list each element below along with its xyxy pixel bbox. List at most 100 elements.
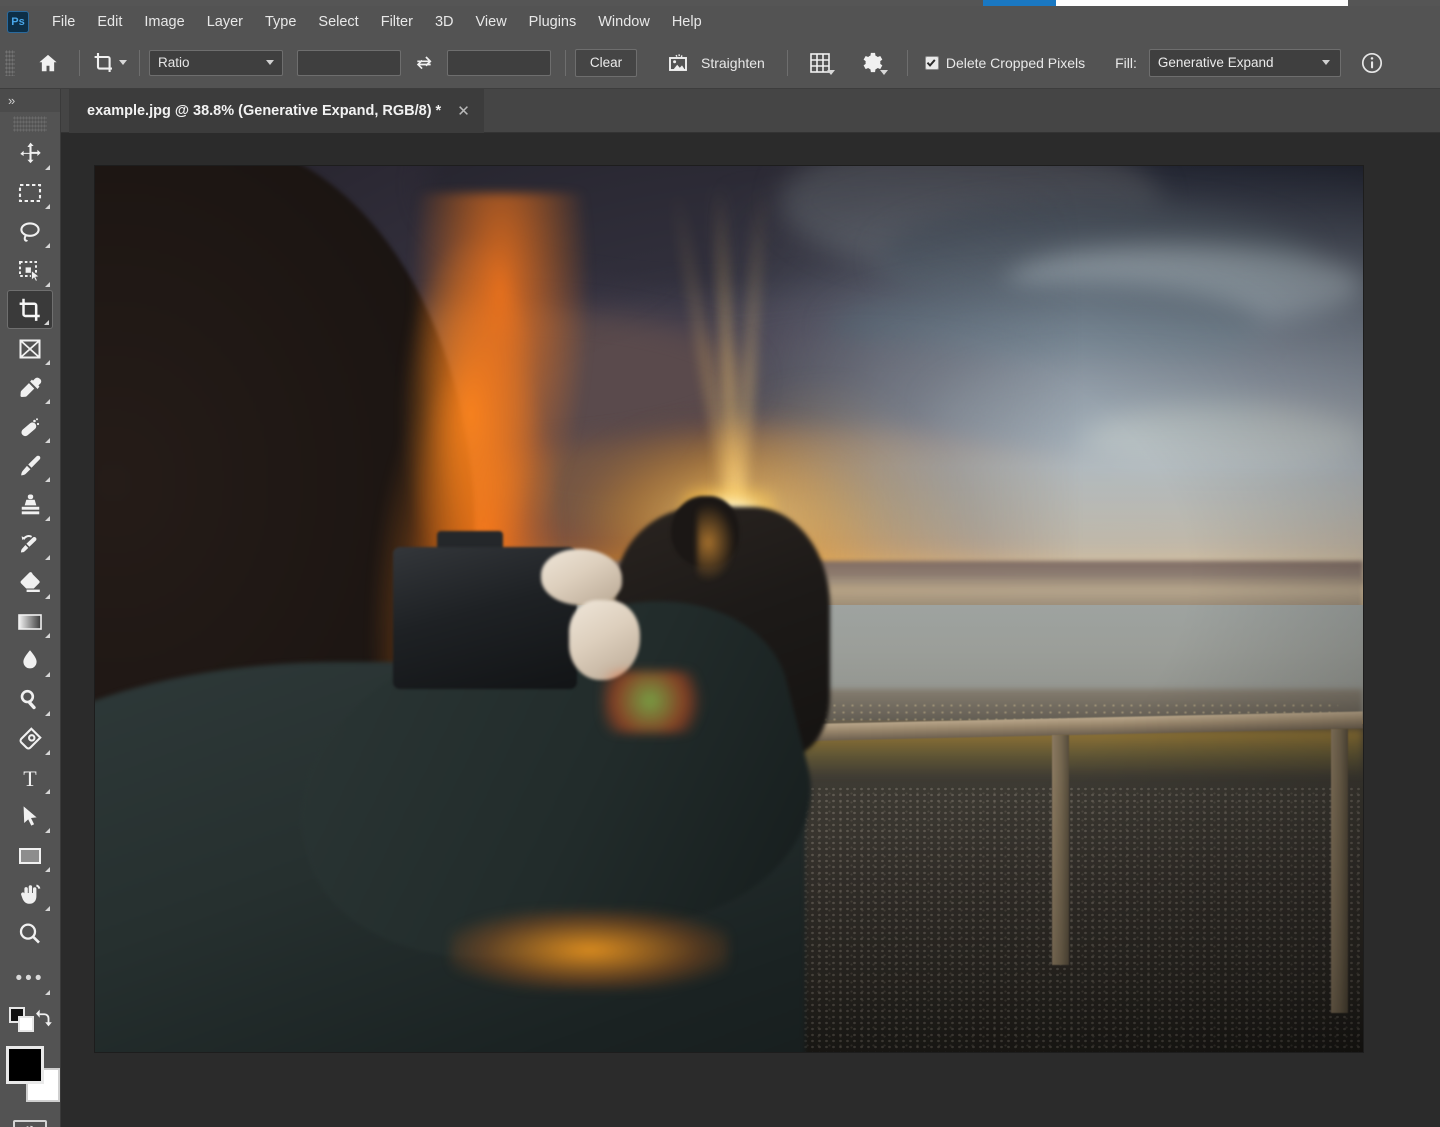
fill-select-value: Generative Expand (1158, 55, 1274, 70)
tool-corner-indicator (45, 867, 50, 872)
photoshop-logo: Ps (7, 11, 29, 33)
tool-corner-indicator (45, 555, 50, 560)
swap-dimensions-button[interactable] (409, 48, 439, 78)
options-separator-5 (907, 50, 908, 76)
menu-item-layer[interactable]: Layer (196, 10, 254, 34)
tool-corner-indicator (45, 438, 50, 443)
tools-panel-grip[interactable] (13, 116, 47, 132)
sidebar-item-eyedropper-tool[interactable] (7, 368, 53, 407)
gear-icon[interactable] (855, 47, 889, 79)
tool-corner-indicator (45, 399, 50, 404)
tool-corner-indicator (45, 711, 50, 716)
options-separator-2 (139, 50, 140, 76)
sidebar-item-hand-tool[interactable] (7, 875, 53, 914)
crop-tool-icon (92, 51, 116, 75)
sidebar-item-zoom-tool[interactable] (7, 914, 53, 953)
tool-corner-indicator (45, 477, 50, 482)
document-tab-bar: example.jpg @ 38.8% (Generative Expand, … (61, 89, 1440, 133)
options-separator-4 (787, 50, 788, 76)
tool-corner-indicator (45, 672, 50, 677)
menu-item-view[interactable]: View (465, 10, 518, 34)
sidebar-item-healing-brush-tool[interactable] (7, 407, 53, 446)
left-hand (541, 549, 622, 606)
menu-item-select[interactable]: Select (307, 10, 369, 34)
sidebar-item-pen-tool[interactable] (7, 719, 53, 758)
delete-cropped-pixels-checkbox[interactable]: Delete Cropped Pixels (925, 55, 1085, 71)
sidebar-item-move-tool[interactable] (7, 134, 53, 173)
options-bar-grip[interactable] (5, 50, 15, 76)
menu-item-help[interactable]: Help (661, 10, 713, 34)
quick-mask-icon[interactable] (13, 1120, 47, 1127)
crop-height-input[interactable] (447, 50, 551, 76)
sidebar-item-history-brush-tool[interactable] (7, 524, 53, 563)
tool-corner-indicator (45, 633, 50, 638)
sidebar-item-blur-tool[interactable] (7, 641, 53, 680)
options-bar: Ratio Clear Straighten (0, 37, 1440, 89)
menu-item-plugins[interactable]: Plugins (518, 10, 588, 34)
image-canvas[interactable] (95, 166, 1363, 1052)
close-icon[interactable]: ✕ (457, 104, 470, 119)
document-tab[interactable]: example.jpg @ 38.8% (Generative Expand, … (69, 89, 484, 133)
tool-corner-indicator (45, 594, 50, 599)
sidebar-item-dodge-tool[interactable] (7, 680, 53, 719)
home-icon[interactable] (31, 46, 65, 80)
menu-bar: Ps File Edit Image Layer Type Select Fil… (0, 6, 1440, 37)
tool-corner-indicator (45, 990, 50, 995)
straighten-label[interactable]: Straighten (701, 55, 765, 71)
tool-corner-indicator (45, 906, 50, 911)
sidebar-item-brush-tool[interactable] (7, 446, 53, 485)
options-separator-3 (565, 50, 566, 76)
chevron-down-icon (266, 60, 274, 65)
menu-item-type[interactable]: Type (254, 10, 307, 34)
menu-item-image[interactable]: Image (133, 10, 195, 34)
clear-button[interactable]: Clear (575, 49, 637, 77)
sidebar-item-rectangle-tool[interactable] (7, 836, 53, 875)
fill-label: Fill: (1115, 55, 1137, 71)
menu-item-window[interactable]: Window (587, 10, 661, 34)
options-separator-1 (79, 50, 80, 76)
chevron-down-icon (880, 70, 888, 75)
tool-corner-indicator (45, 828, 50, 833)
tool-corner-indicator (45, 750, 50, 755)
sidebar-item-lasso-tool[interactable] (7, 212, 53, 251)
chevron-down-icon (1322, 60, 1330, 65)
sidebar-item-path-selection-tool[interactable] (7, 797, 53, 836)
tool-corner-indicator (45, 282, 50, 287)
canvas-workspace[interactable] (61, 133, 1440, 1127)
tools-panel: » (0, 89, 61, 1127)
crop-ratio-select[interactable]: Ratio (149, 50, 283, 76)
swap-colors-icon[interactable] (32, 1008, 54, 1035)
menu-item-file[interactable]: File (41, 10, 86, 34)
menu-item-edit[interactable]: Edit (86, 10, 133, 34)
checkbox-checked-icon (925, 56, 939, 70)
sidebar-item-gradient-tool[interactable] (7, 602, 53, 641)
tool-preset-picker[interactable] (89, 51, 130, 75)
straighten-icon[interactable] (661, 47, 695, 79)
photoshop-window: Ps File Edit Image Layer Type Select Fil… (0, 0, 1440, 1127)
info-icon[interactable] (1355, 47, 1389, 79)
sidebar-item-frame-tool[interactable] (7, 329, 53, 368)
sidebar-item-eraser-tool[interactable] (7, 563, 53, 602)
tool-corner-indicator (45, 204, 50, 209)
menu-item-3d[interactable]: 3D (424, 10, 465, 34)
delete-cropped-pixels-label: Delete Cropped Pixels (946, 55, 1085, 71)
tool-corner-indicator (44, 320, 49, 325)
color-swatches (0, 1042, 60, 1112)
sidebar-item-marquee-tool[interactable] (7, 173, 53, 212)
sidebar-item-crop-tool[interactable] (7, 290, 53, 329)
fill-select[interactable]: Generative Expand (1149, 49, 1341, 77)
crop-width-input[interactable] (297, 50, 401, 76)
tools-panel-expand-button[interactable]: » (0, 89, 60, 112)
sidebar-item-type-tool[interactable]: T (7, 758, 53, 797)
foreground-orange-rim-light (450, 910, 729, 990)
sidebar-item-clone-stamp-tool[interactable] (7, 485, 53, 524)
crop-ratio-value: Ratio (158, 55, 190, 70)
foreground-color-swatch[interactable] (6, 1046, 44, 1084)
sidebar-item-object-selection-tool[interactable] (7, 251, 53, 290)
svg-text:T: T (23, 766, 37, 790)
color-defaults-row (0, 1002, 60, 1038)
menu-item-filter[interactable]: Filter (370, 10, 424, 34)
grid-overlay-icon[interactable] (803, 47, 837, 79)
more-tools-button[interactable]: ••• (7, 959, 53, 998)
swap-arrows-icon (414, 53, 434, 73)
